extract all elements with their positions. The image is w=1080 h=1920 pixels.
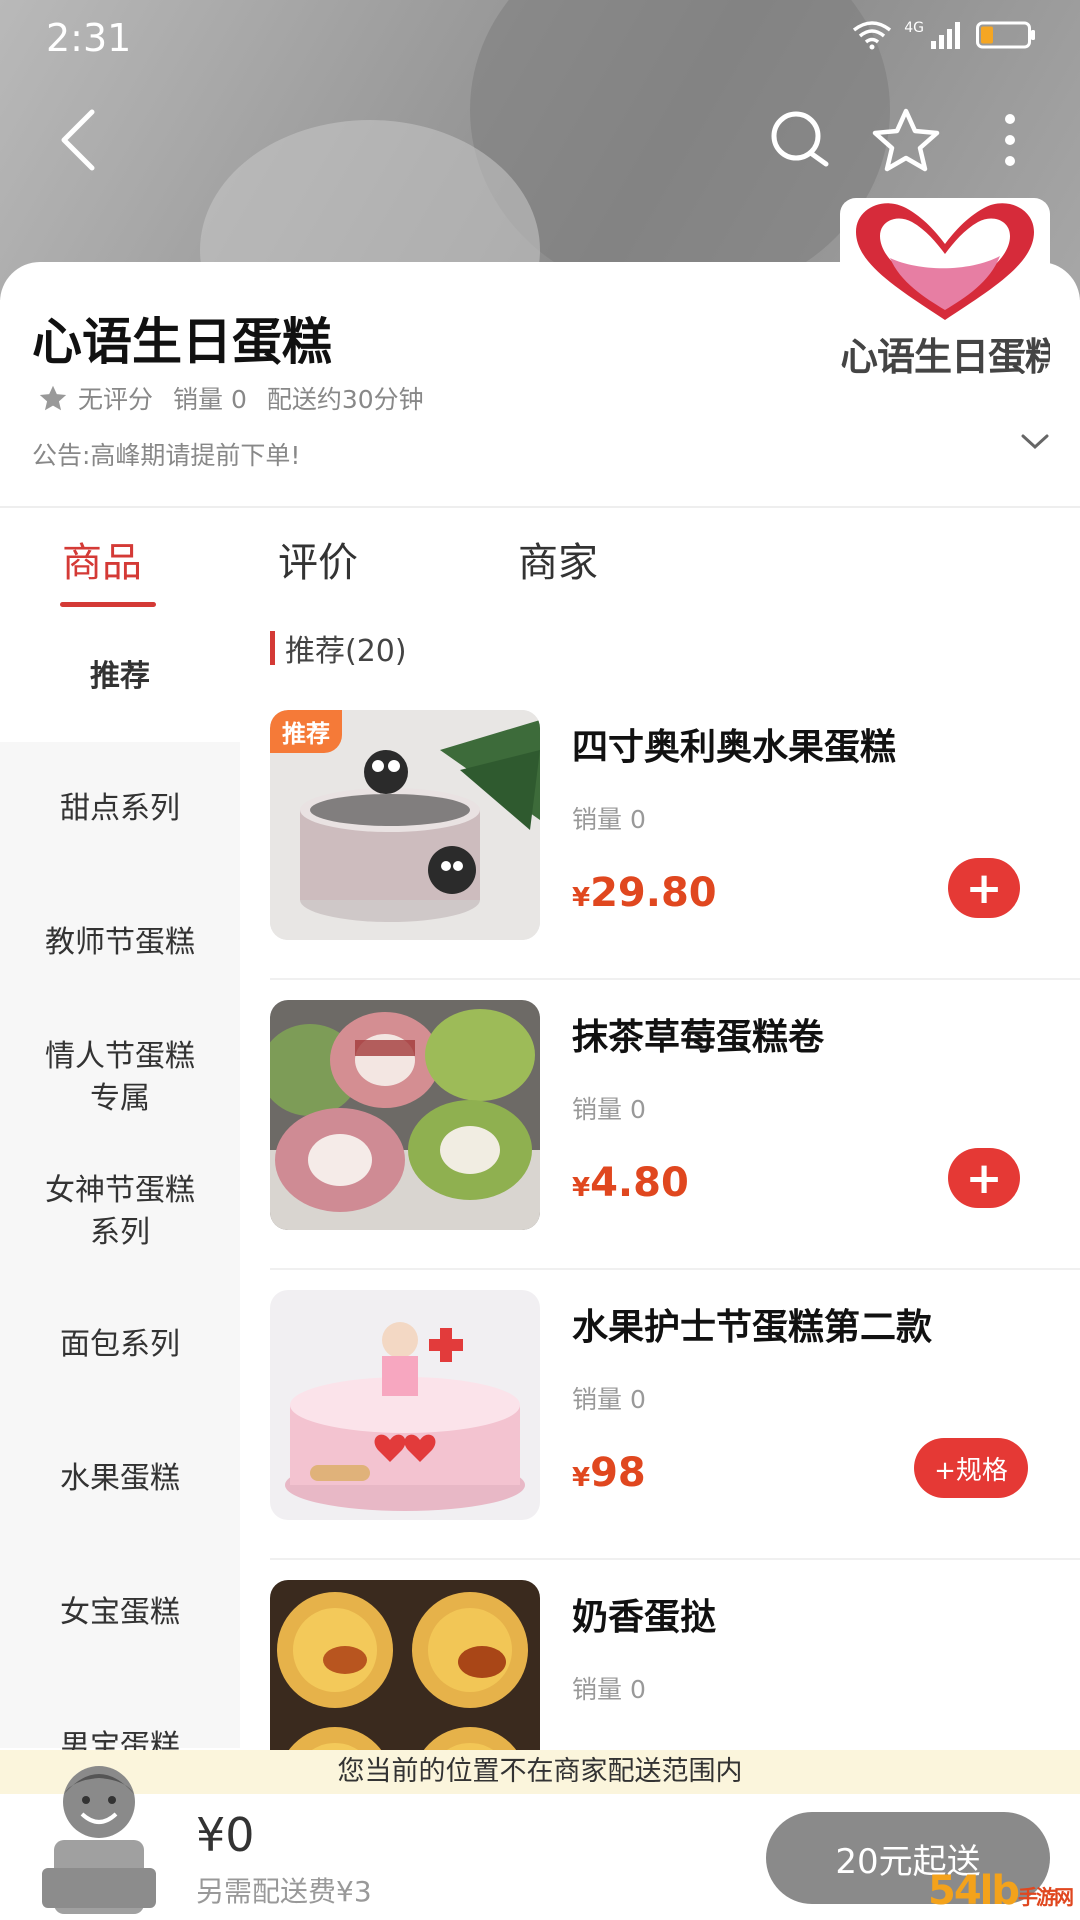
tab-products[interactable]: 商品 xyxy=(62,530,142,588)
status-time: 2:31 xyxy=(46,16,132,60)
signal-icon xyxy=(931,22,960,49)
product-sales: 销量 0 xyxy=(572,1385,646,1414)
tab-active-indicator xyxy=(60,602,156,607)
store-meta: 无评分 销量 0 配送约30分钟 xyxy=(38,380,434,416)
expand-notice-button[interactable] xyxy=(1020,432,1050,456)
sidebar-item-girl-cake[interactable]: 女宝蛋糕 xyxy=(0,1592,240,1634)
product-image[interactable] xyxy=(270,1000,540,1230)
store-sales: 销量 0 xyxy=(173,385,247,414)
wifi-icon xyxy=(853,21,892,50)
product-image[interactable]: 推荐 xyxy=(270,710,540,940)
product-item[interactable]: 水果护士节蛋糕第二款 销量 0 ¥98 +规格 xyxy=(270,1270,1080,1560)
more-button[interactable] xyxy=(968,98,1052,182)
product-price: ¥29.80 xyxy=(572,870,717,916)
tab-merchant[interactable]: 商家 xyxy=(518,530,598,588)
sidebar-item-valentines[interactable]: 情人节蛋糕 专属 xyxy=(0,1036,240,1120)
divider xyxy=(0,506,1080,508)
sidebar-item-desserts[interactable]: 甜点系列 xyxy=(0,788,240,830)
product-price: ¥4.80 xyxy=(572,1160,689,1206)
product-image[interactable] xyxy=(270,1290,540,1520)
chevron-down-icon xyxy=(1021,434,1049,450)
favorite-button[interactable] xyxy=(864,98,948,182)
cart-total: ¥0 xyxy=(196,1808,255,1862)
tab-reviews[interactable]: 评价 xyxy=(278,530,358,588)
network-type: 4G xyxy=(904,20,924,36)
add-to-cart-button[interactable]: + xyxy=(948,858,1020,918)
store-logo-text: 心语生日蛋糕 xyxy=(840,335,1050,374)
store-notice[interactable]: 公告:高峰期请提前下单! xyxy=(32,436,300,472)
store-name: 心语生日蛋糕 xyxy=(32,313,332,371)
watermark-logo: 54lb手游网 xyxy=(928,1868,1074,1914)
star-outline-icon xyxy=(872,108,940,172)
star-icon xyxy=(39,385,67,411)
product-sales: 销量 0 xyxy=(572,805,646,834)
sidebar-item-teachers-day[interactable]: 教师节蛋糕 xyxy=(0,922,240,964)
chevron-left-icon xyxy=(61,109,95,171)
product-item[interactable]: 推荐 四寸奥利奥水果蛋糕 销量 0 ¥29.80 + xyxy=(270,690,1080,980)
section-title: 推荐(20) xyxy=(285,634,407,669)
add-to-cart-button[interactable]: + xyxy=(948,1148,1020,1208)
search-icon xyxy=(771,111,829,167)
product-name: 抹茶草莓蛋糕卷 xyxy=(572,1017,825,1058)
product-price: ¥98 xyxy=(572,1450,646,1496)
sidebar-item-goddess-day[interactable]: 女神节蛋糕 系列 xyxy=(0,1170,240,1254)
sidebar-item-fruit-cake[interactable]: 水果蛋糕 xyxy=(0,1458,240,1500)
recommend-tag: 推荐 xyxy=(270,710,342,753)
select-spec-button[interactable]: +规格 xyxy=(914,1438,1028,1498)
sidebar-item-recommend[interactable]: 推荐 xyxy=(0,618,240,742)
category-sidebar: 推荐 甜点系列 教师节蛋糕 情人节蛋糕 专属 女神节蛋糕 系列 面包系列 水果蛋… xyxy=(0,618,240,1764)
status-bar: 2:31 4G xyxy=(0,0,1080,80)
product-sales: 销量 0 xyxy=(572,1095,646,1124)
section-heading: 推荐(20) xyxy=(270,626,407,670)
product-name: 水果护士节蛋糕第二款 xyxy=(572,1307,933,1348)
product-name: 四寸奥利奥水果蛋糕 xyxy=(572,727,897,768)
more-vertical-icon xyxy=(1005,114,1015,166)
product-sales: 销量 0 xyxy=(572,1675,646,1704)
product-item[interactable]: 抹茶草莓蛋糕卷 销量 0 ¥4.80 + xyxy=(270,980,1080,1270)
product-name: 奶香蛋挞 xyxy=(572,1597,717,1638)
heart-logo-icon xyxy=(856,203,1034,320)
store-logo: 心语生日蛋糕 xyxy=(840,198,1050,374)
search-button[interactable] xyxy=(758,98,842,182)
back-button[interactable] xyxy=(36,98,120,182)
cart-mascot-icon[interactable] xyxy=(34,1758,164,1914)
delivery-fee: 另需配送费¥3 xyxy=(196,1875,372,1908)
battery-icon xyxy=(976,21,1035,49)
store-delivery-time: 配送约30分钟 xyxy=(266,385,424,414)
store-rating: 无评分 xyxy=(78,385,154,414)
sidebar-item-bread[interactable]: 面包系列 xyxy=(0,1324,240,1366)
